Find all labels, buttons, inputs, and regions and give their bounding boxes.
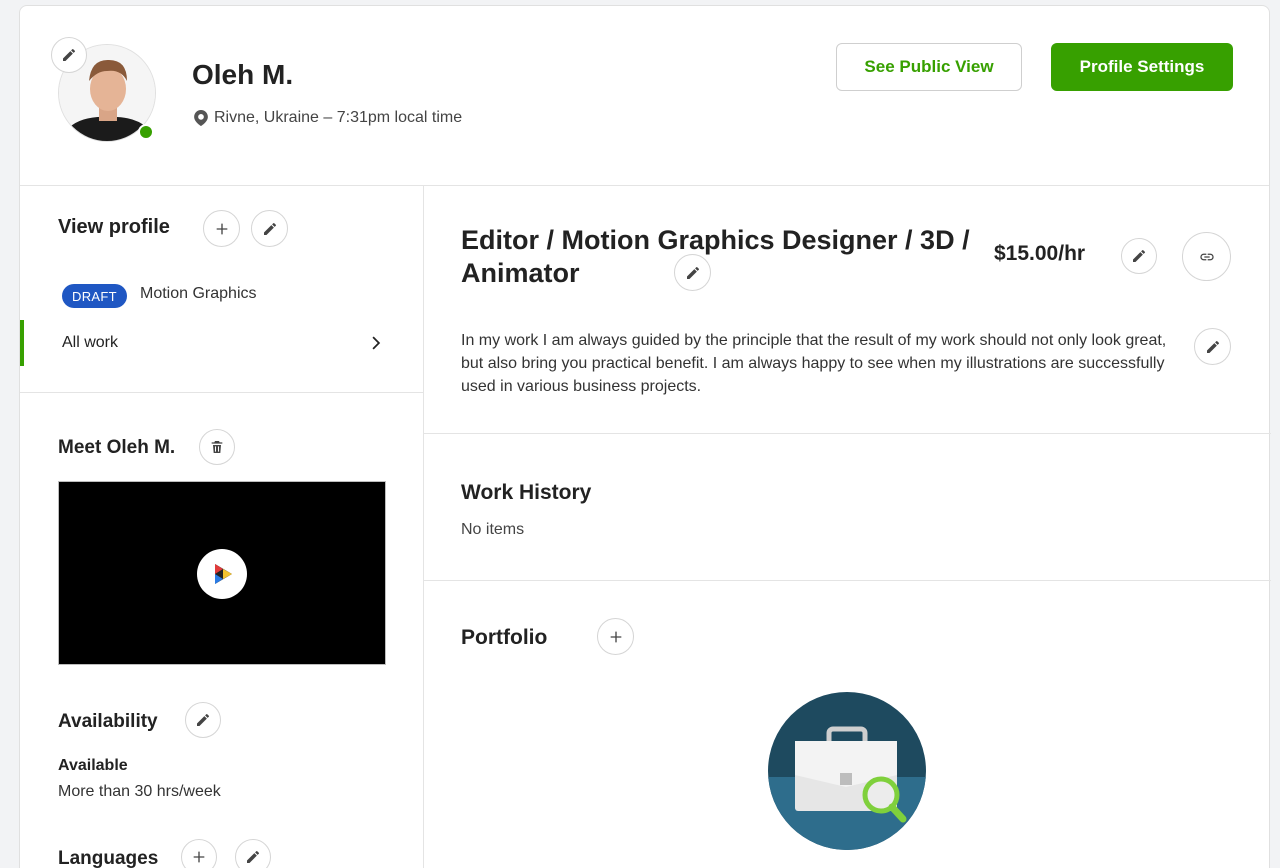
play-button[interactable] [197, 549, 247, 599]
profile-header: Oleh M. Rivne, Ukraine – 7:31pm local ti… [20, 6, 1269, 186]
draft-badge: DRAFT [62, 284, 127, 308]
sidebar-divider [20, 392, 423, 393]
link-icon [1199, 253, 1214, 260]
hourly-rate: $15.00/hr [994, 242, 1086, 265]
plus-icon [610, 631, 621, 642]
availability-title: Availability [58, 711, 158, 732]
pencil-icon [1206, 340, 1219, 353]
plus-icon [216, 223, 227, 234]
main-divider [424, 433, 1271, 434]
main-divider [424, 580, 1271, 581]
all-work-item[interactable]: All work [20, 320, 423, 366]
left-sidebar: View profile DRAFT Motion Graphics All w… [20, 186, 424, 868]
add-language-button[interactable] [181, 839, 217, 868]
edit-headline-button[interactable] [674, 254, 711, 291]
portfolio-title: Portfolio [461, 626, 548, 649]
specialized-profile-link[interactable]: Motion Graphics [140, 285, 257, 303]
add-specialized-profile-button[interactable] [203, 210, 240, 247]
portfolio-illustration [767, 691, 929, 853]
plus-icon [193, 851, 205, 863]
location-text: Rivne, Ukraine – 7:31pm local time [214, 109, 463, 126]
edit-rate-button[interactable] [1121, 238, 1157, 274]
profile-name: Oleh M. [192, 59, 294, 90]
intro-video[interactable] [58, 481, 386, 665]
view-profile-title: View profile [58, 216, 170, 238]
work-history-empty: No items [461, 521, 525, 538]
pencil-icon [197, 713, 210, 726]
briefcase-search-icon [768, 692, 926, 850]
profile-headline: Editor / Motion Graphics Designer / 3D /… [461, 225, 970, 288]
languages-title: Languages [58, 848, 159, 868]
location-line: Rivne, Ukraine – 7:31pm local time [194, 109, 462, 127]
work-history-title: Work History [461, 481, 592, 504]
all-work-label: All work [62, 334, 119, 351]
edit-view-profile-button[interactable] [251, 210, 288, 247]
delete-video-button[interactable] [199, 429, 235, 465]
chevron-right-icon [372, 336, 381, 350]
pencil-icon [1133, 249, 1146, 262]
availability-hours: More than 30 hrs/week [58, 783, 221, 800]
availability-status: Available [58, 757, 128, 774]
profile-settings-button[interactable]: Profile Settings [1051, 43, 1233, 91]
play-icon [215, 564, 232, 584]
edit-availability-button[interactable] [185, 702, 221, 738]
trash-icon [211, 441, 223, 453]
edit-languages-button[interactable] [235, 839, 271, 868]
see-public-view-button[interactable]: See Public View [836, 43, 1022, 91]
pencil-icon [686, 266, 699, 279]
location-pin-icon [194, 110, 208, 126]
edit-photo-button[interactable] [51, 37, 87, 73]
profile-overview: In my work I am always guided by the pri… [461, 332, 1167, 395]
add-portfolio-button[interactable] [597, 618, 634, 655]
online-status-dot [138, 124, 154, 140]
pencil-icon [247, 850, 260, 863]
copy-link-button[interactable] [1182, 232, 1231, 281]
pencil-icon [263, 222, 276, 235]
pencil-icon [63, 48, 76, 61]
edit-overview-button[interactable] [1194, 328, 1231, 365]
main-content: Editor / Motion Graphics Designer / 3D /… [424, 186, 1271, 868]
meet-title: Meet Oleh M. [58, 437, 176, 458]
profile-card: Oleh M. Rivne, Ukraine – 7:31pm local ti… [19, 5, 1271, 868]
